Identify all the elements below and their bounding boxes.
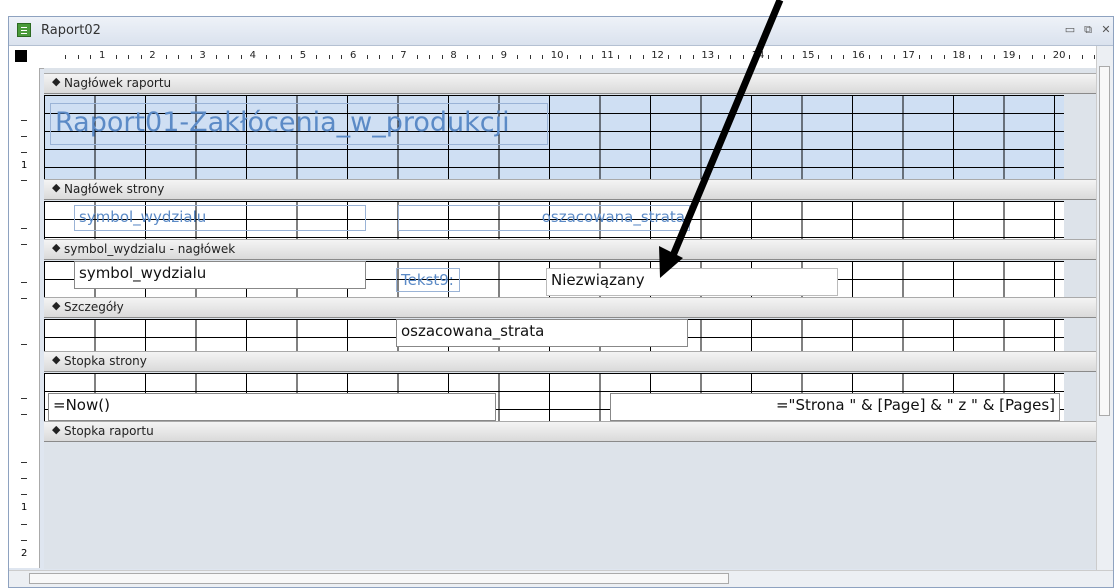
annotation-arrow: [659, 0, 784, 278]
arrow-pointer-icon: [659, 246, 683, 278]
